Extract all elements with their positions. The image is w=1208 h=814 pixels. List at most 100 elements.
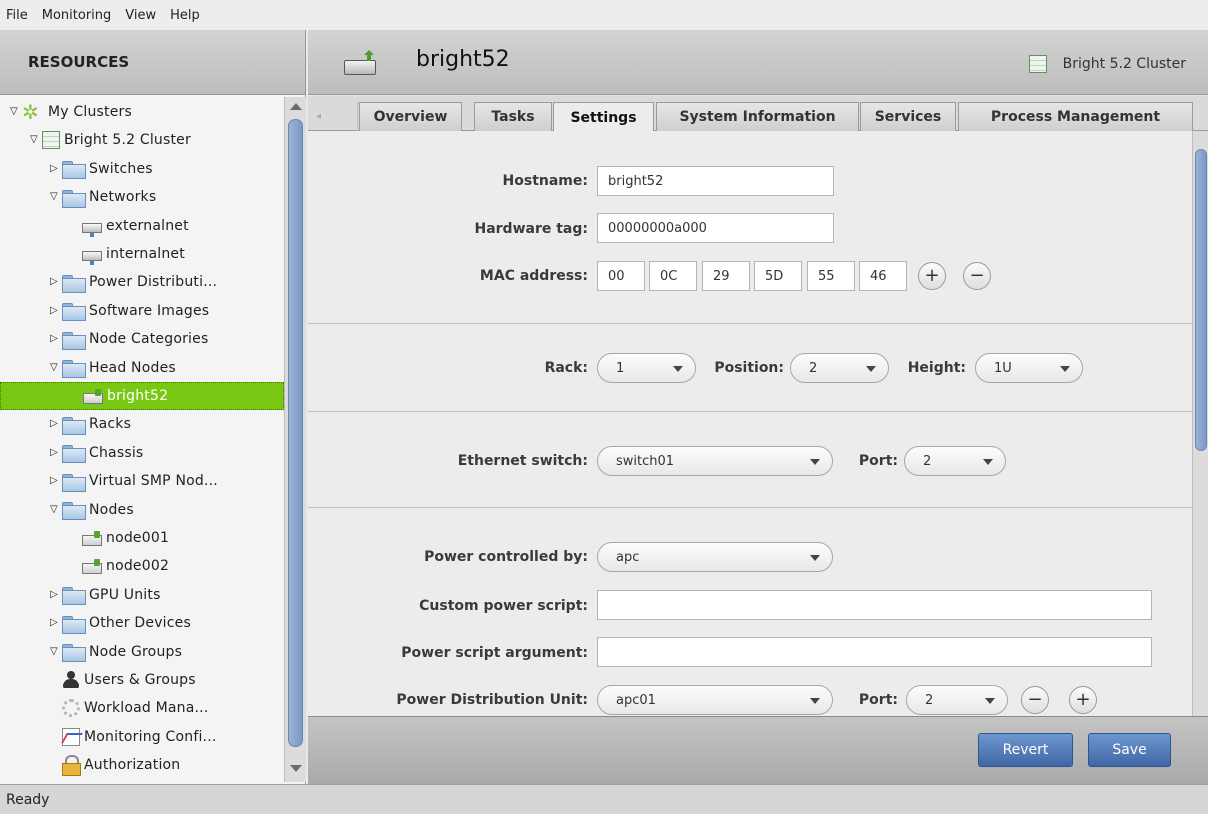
tree-item[interactable]: ▷ GPU Units: [0, 581, 284, 609]
remove-pdu-button[interactable]: −: [1021, 686, 1049, 714]
height-select[interactable]: 1U: [975, 353, 1083, 383]
ethernet-port-select[interactable]: 2: [904, 446, 1006, 476]
tree-item[interactable]: ▷ Power Distributi...: [0, 268, 284, 296]
expanded-arrow-icon[interactable]: ▽: [8, 106, 20, 118]
collapsed-arrow-icon[interactable]: ▷: [48, 163, 60, 175]
hostname-field[interactable]: bright52: [597, 166, 834, 196]
tree-item[interactable]: ▷ Virtual SMP Nod...: [0, 467, 284, 495]
expanded-arrow-icon[interactable]: ▽: [48, 504, 60, 516]
tab-tasks[interactable]: Tasks: [474, 102, 552, 131]
tree-item[interactable]: ▽ Bright 5.2 Cluster: [0, 126, 284, 154]
tab-services[interactable]: Services: [860, 102, 956, 131]
scroll-up-icon[interactable]: [290, 103, 302, 110]
mac-octet-3[interactable]: 29: [702, 261, 750, 291]
pdu-port-select[interactable]: 2: [906, 685, 1008, 715]
tree-item[interactable]: ▽ Networks: [0, 183, 284, 211]
tree-item[interactable]: ▷ Other Devices: [0, 609, 284, 637]
tab-scroll-left-icon[interactable]: ◂: [310, 102, 358, 131]
tree-item[interactable]: node001: [0, 524, 284, 552]
tab-settings[interactable]: Settings: [553, 102, 654, 132]
position-select[interactable]: 2: [790, 353, 889, 383]
folder-icon: [62, 274, 86, 293]
rack-select[interactable]: 1: [597, 353, 696, 383]
collapsed-arrow-icon[interactable]: ▷: [48, 447, 60, 459]
content-scroll-thumb[interactable]: [1195, 149, 1207, 451]
tree-item[interactable]: ▷ Software Images: [0, 297, 284, 325]
scroll-down-icon[interactable]: [290, 765, 302, 772]
pdu-label: Power Distribution Unit:: [396, 692, 588, 708]
tree-item[interactable]: ▷ Racks: [0, 410, 284, 438]
power-controlled-by-select[interactable]: apc: [597, 542, 833, 572]
collapsed-arrow-icon[interactable]: ▷: [48, 589, 60, 601]
tab-process-management[interactable]: Process Management: [958, 102, 1193, 131]
collapsed-arrow-icon[interactable]: ▷: [48, 418, 60, 430]
height-label: Height:: [907, 360, 966, 376]
custom-power-script-label: Custom power script:: [419, 598, 588, 614]
tree-item[interactable]: Workload Mana...: [0, 694, 284, 722]
tree-item[interactable]: node002: [0, 552, 284, 580]
collapsed-arrow-icon[interactable]: ▷: [48, 305, 60, 317]
menu-help[interactable]: Help: [170, 8, 200, 23]
tree-item[interactable]: ▽ Node Groups: [0, 638, 284, 666]
pdu-select[interactable]: apc01: [597, 685, 833, 715]
tree-item[interactable]: Authorization: [0, 751, 284, 779]
tree-item[interactable]: ▷ Chassis: [0, 439, 284, 467]
folder-icon: [62, 473, 86, 492]
sidebar-scroll-thumb[interactable]: [288, 119, 303, 747]
menu-file[interactable]: File: [6, 8, 28, 23]
tab-system-information[interactable]: System Information: [656, 102, 859, 131]
tree-item[interactable]: externalnet: [0, 212, 284, 240]
expanded-arrow-icon[interactable]: ▽: [28, 134, 40, 146]
pdu-value: apc01: [616, 692, 656, 708]
mac-octet-2[interactable]: 0C: [649, 261, 697, 291]
tree-item-label: Users & Groups: [84, 672, 196, 688]
tree-item[interactable]: ▷ Node Categories: [0, 325, 284, 353]
ethernet-switch-select[interactable]: switch01: [597, 446, 833, 476]
position-value: 2: [809, 360, 818, 376]
mac-octet-1[interactable]: 00: [597, 261, 645, 291]
save-button[interactable]: Save: [1088, 733, 1171, 767]
folder-icon: [62, 160, 86, 180]
collapsed-arrow-icon[interactable]: ▷: [48, 475, 60, 487]
collapsed-arrow-icon[interactable]: ▷: [48, 333, 60, 345]
main-panel: bright52 Bright 5.2 Cluster ◂ Overview T…: [308, 30, 1208, 784]
add-mac-button[interactable]: +: [918, 262, 946, 290]
content-scrollbar[interactable]: [1192, 131, 1208, 716]
custom-power-script-field[interactable]: [597, 590, 1152, 620]
node-icon: [83, 389, 103, 404]
tree-item[interactable]: ▷ Switches: [0, 155, 284, 183]
expanded-arrow-icon[interactable]: ▽: [48, 646, 60, 658]
expanded-arrow-icon[interactable]: ▽: [48, 362, 60, 374]
chevron-down-icon: [985, 698, 995, 704]
tab-overview[interactable]: Overview: [359, 102, 462, 131]
mac-octet-4[interactable]: 5D: [754, 261, 802, 291]
cluster-label: Bright 5.2 Cluster: [1028, 55, 1186, 73]
hardware-tag-field[interactable]: 00000000a000: [597, 213, 834, 243]
mac-octet-6[interactable]: 46: [859, 261, 907, 291]
collapsed-arrow-icon[interactable]: ▷: [48, 276, 60, 288]
tree-item-label: Node Groups: [89, 643, 183, 660]
menu-monitoring[interactable]: Monitoring: [42, 8, 112, 23]
sidebar-scrollbar[interactable]: [284, 97, 306, 782]
mac-octet-5[interactable]: 55: [807, 261, 855, 291]
chevron-down-icon: [810, 555, 820, 561]
tree-item[interactable]: Monitoring Confi...: [0, 723, 284, 751]
add-pdu-button[interactable]: +: [1069, 686, 1097, 714]
power-script-argument-field[interactable]: [597, 637, 1152, 667]
tree-item[interactable]: ▽ Nodes: [0, 496, 284, 524]
pdu-port-label: Port:: [858, 692, 898, 708]
expanded-arrow-icon[interactable]: ▽: [48, 191, 60, 203]
collapsed-arrow-icon[interactable]: ▷: [48, 617, 60, 629]
tree-item-label: Monitoring Confi...: [84, 728, 217, 745]
tree-item[interactable]: internalnet: [0, 240, 284, 268]
position-label: Position:: [714, 360, 784, 376]
tree-item-label: Bright 5.2 Cluster: [64, 132, 191, 149]
remove-mac-button[interactable]: −: [963, 262, 991, 290]
tree-item[interactable]: ▽ My Clusters: [0, 98, 284, 126]
revert-button[interactable]: Revert: [978, 733, 1073, 767]
menu-view[interactable]: View: [125, 8, 156, 23]
tree-item[interactable]: Users & Groups: [0, 666, 284, 694]
tree-item[interactable]: ▽ Head Nodes: [0, 354, 284, 382]
ethernet-port-value: 2: [923, 453, 932, 469]
tree-item[interactable]: bright52: [0, 382, 284, 410]
